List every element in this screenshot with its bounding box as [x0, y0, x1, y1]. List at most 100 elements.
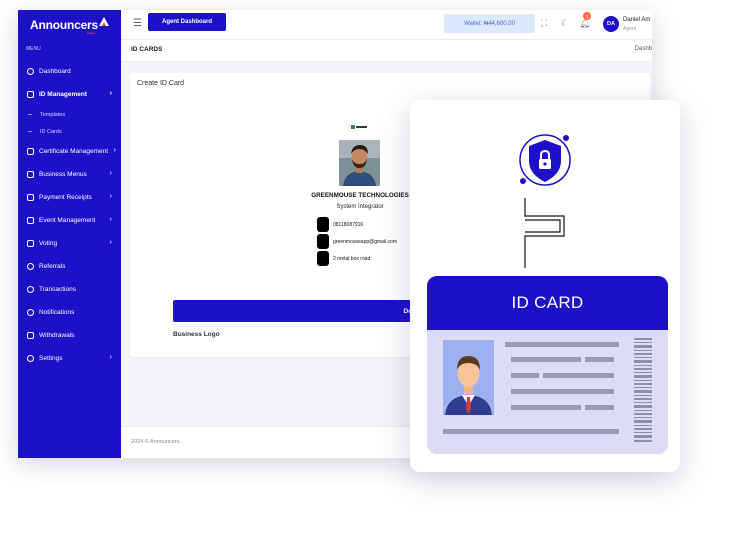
sidebar-subitem-id-cards[interactable]: ID Cards	[18, 123, 121, 140]
sidebar-nav: Dashboard ID Management › Templates ID C…	[18, 60, 121, 370]
id-card-illustration: ID CARD	[410, 100, 680, 472]
security-shield-icon	[519, 134, 571, 186]
sidebar-item-dashboard[interactable]: Dashboard	[18, 60, 121, 83]
id-card-icon	[27, 91, 34, 98]
email-icon	[317, 234, 329, 249]
topbar: ☰ Agent Dashboard Wallet: ₦44,600.00 ⛶ ☾…	[121, 10, 652, 40]
business-logo-label: Business Logo	[173, 331, 220, 338]
bullet-icon	[28, 114, 32, 115]
footer-text: 2024 © Announcers.	[131, 439, 181, 445]
sidebar-item-label: Event Management	[39, 217, 96, 224]
sidebar-item-label: Business Menus	[39, 171, 87, 178]
address-text: 2 metal box road	[333, 255, 371, 262]
dashboard-icon	[27, 68, 34, 75]
certificate-icon	[27, 148, 34, 155]
withdrawal-icon	[27, 332, 34, 339]
job-title: System Integrator	[336, 204, 384, 210]
wallet-balance[interactable]: Wallet: ₦44,600.00	[444, 14, 535, 33]
referral-icon	[27, 263, 34, 270]
brand-name: Announcers	[29, 18, 98, 32]
info-line	[443, 429, 619, 434]
user-name[interactable]: Daniel Am	[623, 17, 650, 23]
chevron-right-icon: ›	[109, 354, 112, 361]
sidebar-item-settings[interactable]: Settings ›	[18, 347, 121, 370]
notification-badge: 3	[583, 12, 591, 20]
info-line	[543, 373, 614, 378]
sidebar-item-label: Transactions	[39, 286, 76, 293]
barcode-icon	[634, 338, 652, 442]
info-line	[511, 405, 581, 410]
portrait-avatar	[443, 340, 494, 415]
sidebar-subitem-templates[interactable]: Templates	[18, 106, 121, 123]
hamburger-icon[interactable]: ☰	[133, 18, 142, 29]
sidebar-item-voting[interactable]: Voting ›	[18, 232, 121, 255]
sidebar-item-certificate-management[interactable]: Certificate Management ›	[18, 140, 121, 163]
profile-photo	[339, 140, 380, 186]
calendar-icon	[27, 217, 34, 224]
contact-email: greenmouseapp@gmail.com	[317, 234, 397, 249]
user-role: Agent	[623, 26, 637, 32]
phone-text: 08118087916	[333, 221, 364, 228]
location-icon	[317, 251, 329, 266]
dark-mode-icon[interactable]: ☾	[561, 18, 569, 29]
contact-phone: 08118087916	[317, 217, 363, 232]
page-header: ID CARDS Dashb	[121, 40, 652, 62]
chevron-right-icon: ›	[109, 239, 112, 246]
sidebar-item-label: Withdrawals	[39, 332, 75, 339]
email-text: greenmouseapp@gmail.com	[333, 238, 397, 245]
breadcrumb[interactable]: Dashb	[635, 46, 652, 52]
info-line	[511, 373, 539, 378]
phone-icon	[317, 217, 329, 232]
receipt-icon	[27, 194, 34, 201]
sidebar-item-withdrawals[interactable]: Withdrawals	[18, 324, 121, 347]
fullscreen-icon[interactable]: ⛶	[541, 18, 547, 29]
company-name: GREENMOUSE TECHNOLOGIES	[311, 192, 409, 199]
sidebar-item-payment-receipts[interactable]: Payment Receipts ›	[18, 186, 121, 209]
sidebar-item-id-management[interactable]: ID Management ›	[18, 83, 121, 106]
bullet-icon	[28, 131, 32, 132]
id-card-graphic: ID CARD	[427, 276, 668, 454]
id-card-title: ID CARD	[511, 293, 584, 312]
page-title: ID CARDS	[131, 46, 163, 53]
sidebar-subitem-label: ID Cards	[40, 128, 62, 135]
sidebar-item-referrals[interactable]: Referrals	[18, 255, 121, 278]
sidebar: Announcers Agent MENU Dashboard ID Manag…	[18, 10, 121, 458]
info-line	[511, 357, 581, 362]
chevron-right-icon: ›	[113, 147, 116, 154]
settings-icon	[27, 355, 34, 362]
id-card-header: ID CARD	[427, 276, 668, 330]
info-line	[505, 342, 619, 347]
info-line	[585, 357, 614, 362]
brand-subtitle: Agent	[87, 31, 95, 35]
sidebar-item-label: Voting	[39, 240, 58, 247]
sidebar-item-label: Certificate Management	[39, 148, 109, 155]
sidebar-subitem-label: Templates	[40, 111, 66, 118]
brand[interactable]: Announcers Agent	[18, 10, 121, 40]
sidebar-item-notifications[interactable]: Notifications	[18, 301, 121, 324]
sidebar-item-label: Dashboard	[39, 68, 71, 75]
connector-line-icon	[524, 198, 565, 268]
info-line	[511, 389, 614, 394]
avatar[interactable]: DA	[603, 16, 619, 32]
transactions-icon	[27, 286, 34, 293]
sidebar-item-business-menus[interactable]: Business Menus ›	[18, 163, 121, 186]
company-logo-icon	[351, 125, 367, 129]
sidebar-item-event-management[interactable]: Event Management ›	[18, 209, 121, 232]
agent-dashboard-button[interactable]: Agent Dashboard	[148, 13, 226, 31]
sidebar-item-label: ID Management	[39, 91, 88, 98]
chevron-right-icon: ›	[109, 90, 112, 97]
sidebar-item-transactions[interactable]: Transactions	[18, 278, 121, 301]
bell-icon	[27, 309, 34, 316]
sidebar-item-label: Referrals	[39, 263, 66, 270]
contact-address: 2 metal box road	[317, 251, 370, 266]
chevron-right-icon: ›	[109, 216, 112, 223]
chevron-right-icon: ›	[109, 193, 112, 200]
download-button[interactable]: Downl	[173, 300, 433, 322]
voting-icon	[27, 240, 34, 247]
menu-icon	[27, 171, 34, 178]
sidebar-item-label: Notifications	[39, 309, 75, 316]
stage: Announcers Agent MENU Dashboard ID Manag…	[0, 0, 736, 556]
menu-label: MENU	[26, 46, 41, 52]
info-line	[585, 405, 614, 410]
sidebar-item-label: Settings	[39, 355, 63, 362]
